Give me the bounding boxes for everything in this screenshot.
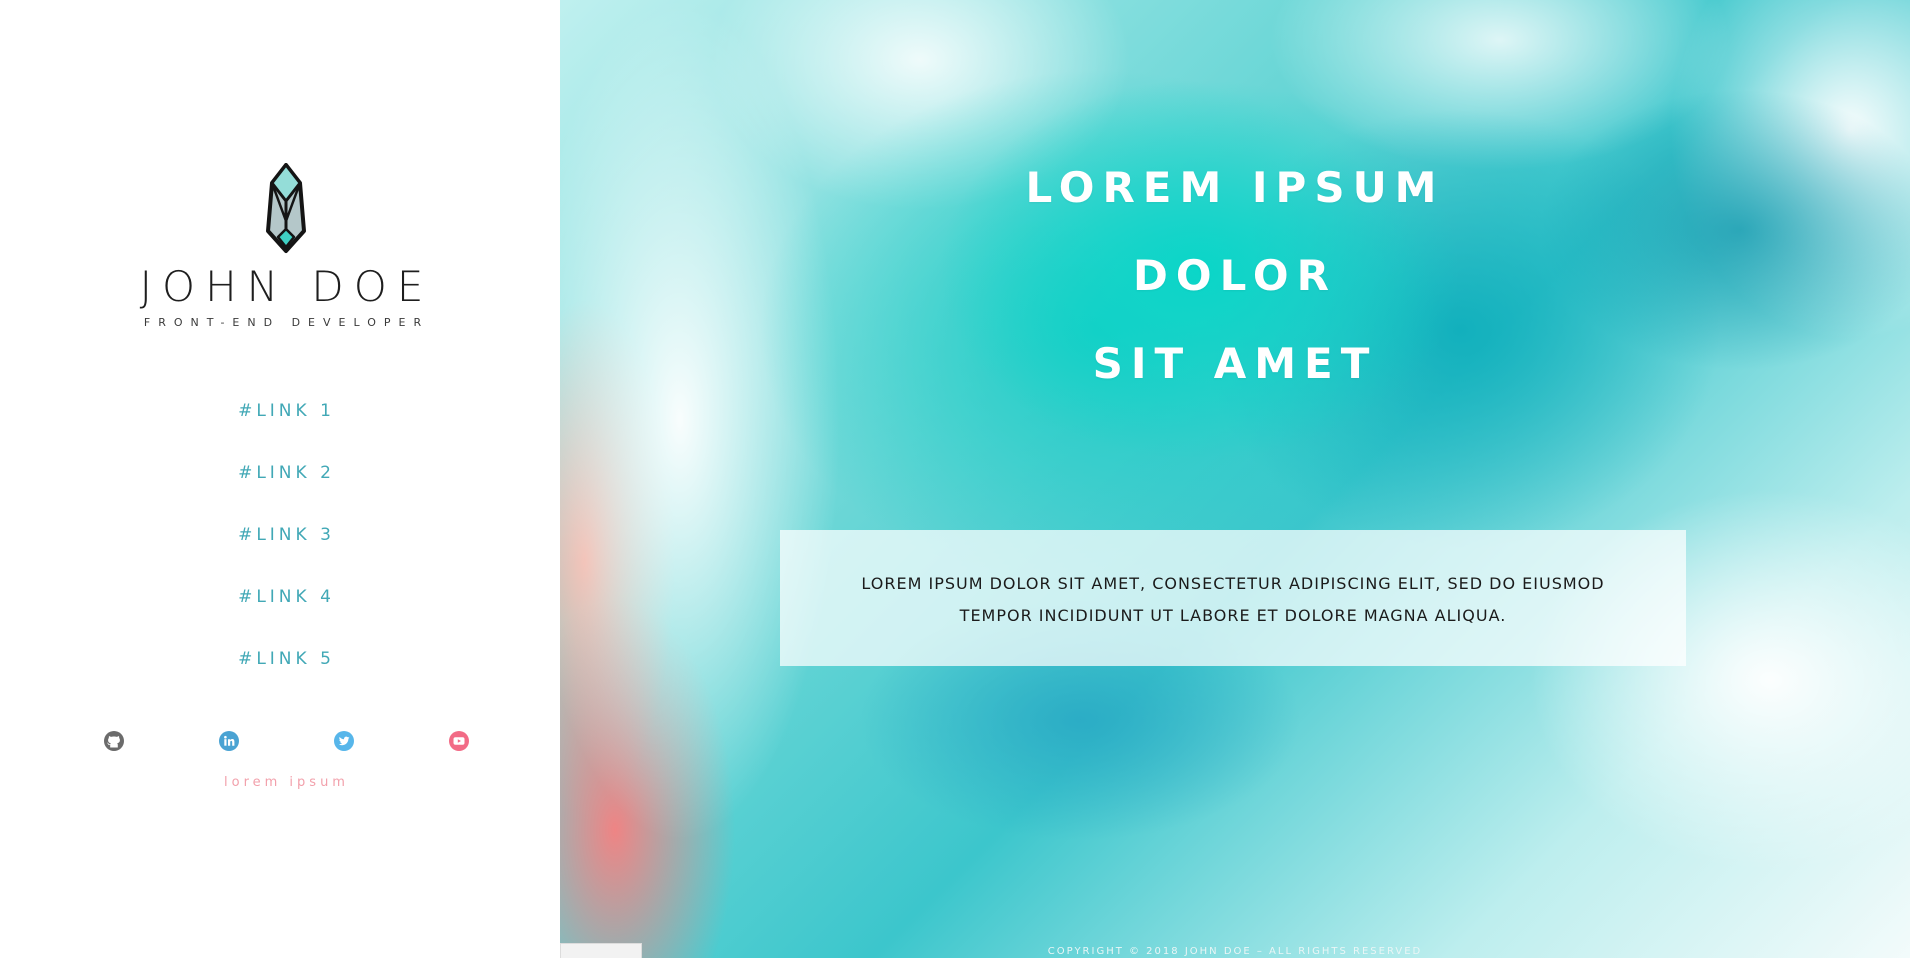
hero-text: LOREM IPSUM DOLOR SIT AMET, CONSECTETUR … bbox=[861, 574, 1605, 625]
nav-link-5[interactable]: #LINK 5 bbox=[0, 644, 573, 706]
github-icon[interactable] bbox=[103, 730, 125, 752]
nav-link-3[interactable]: #LINK 3 bbox=[0, 520, 573, 582]
page: JOHN DOE FRONT-END DEVELOPER #LINK 1 #LI… bbox=[0, 0, 1910, 958]
linkedin-icon[interactable] bbox=[218, 730, 240, 752]
twitter-icon[interactable] bbox=[333, 730, 355, 752]
hero-title-line-1: LOREM IPSUM bbox=[1025, 163, 1445, 212]
bottom-tab bbox=[560, 943, 642, 958]
brand-name: JOHN DOE bbox=[139, 262, 434, 311]
nav-link-2[interactable]: #LINK 2 bbox=[0, 458, 573, 520]
hero-title-line-2: DOLOR bbox=[1133, 251, 1337, 300]
brand-role: FRONT-END DEVELOPER bbox=[143, 316, 430, 329]
hero-section: LOREM IPSUM DOLOR SIT AMET LOREM IPSUM D… bbox=[560, 0, 1910, 958]
social-links bbox=[0, 730, 573, 754]
hero-text-box: LOREM IPSUM DOLOR SIT AMET, CONSECTETUR … bbox=[780, 530, 1686, 666]
nav-link-1[interactable]: #LINK 1 bbox=[0, 396, 573, 458]
hero-title: LOREM IPSUM DOLOR SIT AMET bbox=[560, 144, 1910, 408]
copyright: COPYRIGHT © 2018 JOHN DOE – ALL RIGHTS R… bbox=[1047, 946, 1423, 957]
sidebar-note: lorem ipsum bbox=[224, 775, 349, 790]
youtube-icon[interactable] bbox=[448, 730, 470, 752]
hero-title-line-3: SIT AMET bbox=[1092, 339, 1378, 388]
main-nav: #LINK 1 #LINK 2 #LINK 3 #LINK 4 #LINK 5 bbox=[0, 396, 573, 706]
nav-link-4[interactable]: #LINK 4 bbox=[0, 582, 573, 644]
crystal-logo-icon[interactable] bbox=[264, 163, 308, 255]
sidebar: JOHN DOE FRONT-END DEVELOPER #LINK 1 #LI… bbox=[0, 0, 560, 958]
